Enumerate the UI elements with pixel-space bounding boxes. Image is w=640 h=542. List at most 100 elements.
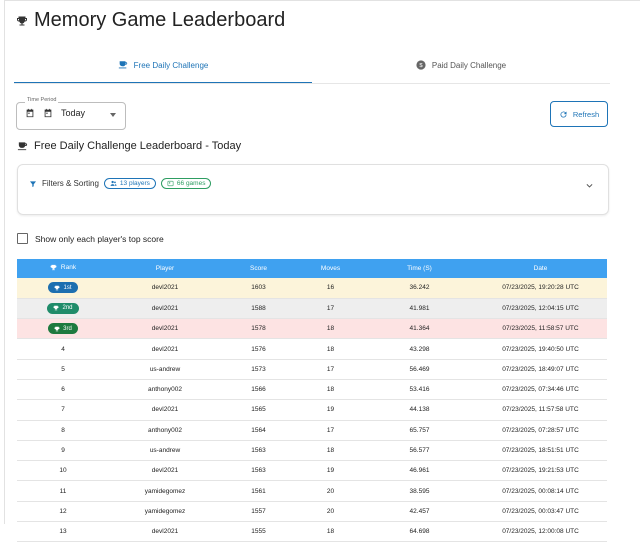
table-row: 4 devl2021 1576 18 43.298 07/23/2025, 19:40:5… <box>17 339 607 360</box>
moves-cell: 17 <box>326 365 335 373</box>
players-chip-label: 13 players <box>119 180 150 187</box>
player-cell: devl2021 <box>151 284 179 292</box>
player-column-header[interactable]: Player <box>109 259 221 278</box>
time-cell: 56.577 <box>409 447 430 455</box>
date-cell: 07/23/2025, 00:03:47 UTC <box>502 507 579 515</box>
time-column-header[interactable]: Time (S) <box>365 259 474 278</box>
refresh-icon <box>560 111 567 118</box>
date-cell: 07/23/2025, 18:49:07 UTC <box>502 365 579 373</box>
table-row: 1st devl2021 1603 16 36.242 07/23/2025, 19:20… <box>17 278 607 299</box>
moves-cell: 16 <box>326 284 335 292</box>
player-cell: yamidegomez <box>144 487 186 495</box>
rank-cell: 3rd <box>17 319 109 339</box>
game-icon <box>167 180 174 187</box>
player-cell: us-andrew <box>149 365 181 373</box>
players-count-chip: 13 players <box>103 178 156 189</box>
moves-cell: 18 <box>326 447 335 455</box>
rank-cell: 1st <box>17 278 109 298</box>
moves-cell: 19 <box>326 406 335 414</box>
time-cell: 64.698 <box>409 528 430 536</box>
table-row: 8 anthony002 1564 17 65.757 07/23/2025, 07:28… <box>17 420 607 441</box>
moves-cell: 18 <box>326 386 335 394</box>
player-cell: yamidegomez <box>144 507 186 515</box>
rank-header-label: Rank <box>60 264 77 271</box>
date-cell: 07/23/2025, 11:57:58 UTC <box>502 406 579 414</box>
rank-cell: 7 <box>61 406 65 414</box>
dollar-icon: $ <box>416 60 426 70</box>
table-row: 2nd devl2021 1588 17 41.981 07/23/2025, 12:04… <box>17 298 607 319</box>
rank-cell: 4 <box>61 345 65 353</box>
date-column-header[interactable]: Date <box>474 259 607 278</box>
calendar-icon <box>26 108 34 118</box>
time-cell: 46.961 <box>409 467 430 475</box>
refresh-button[interactable]: Refresh <box>550 101 608 127</box>
games-chip-label: 66 games <box>176 180 206 187</box>
time-cell: 44.138 <box>409 406 430 414</box>
calendar-today-icon <box>44 108 52 118</box>
score-cell: 1561 <box>251 487 266 495</box>
moves-cell: 17 <box>326 304 335 312</box>
date-cell: 07/23/2025, 19:20:28 UTC <box>502 284 579 292</box>
date-cell: 07/23/2025, 07:28:57 UTC <box>502 426 579 434</box>
rank-badge: 1st <box>48 282 78 294</box>
table-row: 10 devl2021 1563 19 46.961 07/23/2025, 19:21:… <box>17 461 607 481</box>
tab-paid-daily-challenge[interactable]: $ Paid Daily Challenge <box>312 48 610 82</box>
table-header-row: Rank Player Score Moves Time (S) Date <box>17 259 607 278</box>
score-cell: 1578 <box>251 325 266 333</box>
moves-cell: 20 <box>326 507 335 515</box>
moves-cell: 20 <box>326 487 335 495</box>
top-score-toggle[interactable]: Show only each player's top score <box>17 233 164 244</box>
score-cell: 1566 <box>251 386 266 394</box>
tab-paid-label: Paid Daily Challenge <box>431 60 507 70</box>
date-cell: 07/23/2025, 07:34:46 UTC <box>502 386 579 394</box>
table-row: 12 yamidegomez 1557 20 42.457 07/23/2025, 00:… <box>17 501 607 522</box>
time-period-label: Time Period <box>25 97 59 103</box>
rank-column-header[interactable]: Rank <box>17 259 109 278</box>
player-cell: devl2021 <box>151 304 179 312</box>
tab-free-label: Free Daily Challenge <box>133 60 209 70</box>
leaderboard-table: Rank Player Score Moves Time (S) Date 1s… <box>17 259 607 542</box>
player-cell: us-andrew <box>149 447 181 455</box>
moves-cell: 19 <box>326 467 335 475</box>
people-icon <box>110 180 117 186</box>
filters-panel[interactable]: Filters & Sorting 13 players 66 games <box>17 164 609 215</box>
top-score-checkbox[interactable] <box>17 233 28 244</box>
score-column-header[interactable]: Score <box>221 259 296 278</box>
page-header: Memory Game Leaderboard <box>16 9 285 32</box>
tab-free-daily-challenge[interactable]: Free Daily Challenge <box>14 48 312 84</box>
rank-badge-label: 1st <box>63 284 72 291</box>
score-cell: 1576 <box>251 345 266 353</box>
score-cell: 1573 <box>251 365 266 373</box>
rank-cell: 13 <box>59 528 67 536</box>
player-cell: anthony002 <box>148 386 182 394</box>
trophy-icon <box>17 16 27 25</box>
player-cell: devl2021 <box>151 325 179 333</box>
table-row: 5 us-andrew 1573 17 56.469 07/23/2025, 18:49:… <box>17 359 607 380</box>
date-cell: 07/23/2025, 19:40:50 UTC <box>502 345 579 353</box>
rank-cell: 12 <box>59 507 67 515</box>
time-period-value: Today <box>61 108 86 118</box>
time-period-select[interactable]: Time Period Today <box>16 97 126 130</box>
top-score-label: Show only each player's top score <box>35 233 164 244</box>
filters-label: Filters & Sorting <box>42 179 99 188</box>
time-cell: 65.757 <box>409 426 430 434</box>
date-cell: 07/23/2025, 19:21:53 UTC <box>502 467 579 475</box>
moves-cell: 18 <box>326 528 335 536</box>
time-cell: 38.595 <box>409 487 430 495</box>
refresh-label: Refresh <box>572 109 600 119</box>
chevron-down-icon[interactable] <box>585 181 594 190</box>
table-row: 3rd devl2021 1578 18 41.364 07/23/2025, 11:58… <box>17 318 607 339</box>
moves-column-header[interactable]: Moves <box>296 259 365 278</box>
date-cell: 07/23/2025, 12:00:08 UTC <box>502 528 579 536</box>
score-cell: 1565 <box>251 406 266 414</box>
moves-cell: 18 <box>326 345 335 353</box>
rank-cell: 9 <box>61 447 65 455</box>
time-cell: 41.981 <box>409 304 430 312</box>
score-cell: 1563 <box>251 447 266 455</box>
rank-cell: 10 <box>59 467 67 475</box>
table-row: 7 devl2021 1565 19 44.138 07/23/2025, 11:57:5… <box>17 400 607 421</box>
table-row: 11 yamidegomez 1561 20 38.595 07/23/2025, 00:… <box>17 481 607 502</box>
rank-cell: 5 <box>61 365 65 373</box>
time-cell: 43.298 <box>409 345 430 353</box>
rank-cell: 2nd <box>17 298 109 318</box>
